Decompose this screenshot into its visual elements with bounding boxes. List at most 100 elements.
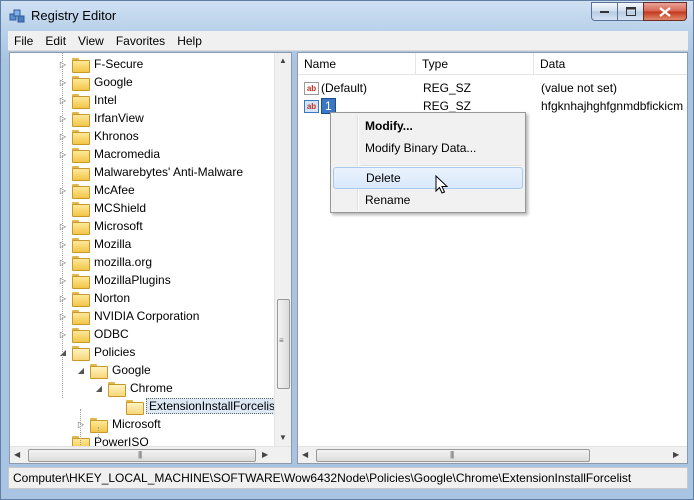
expand-toggle-icon[interactable]: ▷ (58, 293, 68, 303)
tree-item-label: mozilla.org (94, 255, 153, 269)
key-tree-pane[interactable]: ▷ F-Secure ▷ Google ▷ Intel ▷ IrfanView ▷ Khronos… (9, 52, 292, 464)
context-menu-delete[interactable]: Delete (333, 167, 523, 189)
tree-item[interactable]: ▷ McAfee (58, 181, 137, 199)
column-header-data[interactable]: Data (534, 53, 687, 75)
tree-item[interactable]: MCShield (58, 199, 148, 217)
folder-icon (72, 57, 90, 73)
expand-toggle-icon[interactable]: ▷ (58, 311, 68, 321)
tree-item-label: Chrome (130, 381, 173, 395)
tree-item-label: IrfanView (94, 111, 144, 125)
tree-item[interactable]: ▷ Macromedia (58, 145, 162, 163)
title-bar[interactable]: Registry Editor (1, 1, 693, 31)
folder-icon (72, 183, 90, 199)
tree-item[interactable]: ExtensionInstallForcelist (112, 397, 282, 415)
folder-icon (72, 291, 90, 307)
tree-item-label: ODBC (94, 327, 129, 341)
tree-item[interactable]: ▷ Microsoft (76, 415, 163, 433)
tree-item[interactable]: ▷ F-Secure (58, 55, 145, 73)
expand-toggle-icon[interactable]: ▷ (58, 239, 68, 249)
tree-connector-line (62, 53, 63, 398)
scroll-right-arrow-icon[interactable]: ▶ (262, 450, 268, 459)
menu-file[interactable]: File (8, 34, 39, 48)
expand-toggle-icon[interactable]: ▷ (58, 185, 68, 195)
context-menu-modify-binary[interactable]: Modify Binary Data... (333, 137, 523, 159)
folder-icon (72, 93, 90, 109)
menu-view[interactable]: View (72, 34, 110, 48)
tree-item[interactable]: ▷ Khronos (58, 127, 141, 145)
expand-toggle-icon[interactable]: ▷ (58, 95, 68, 105)
status-bar: Computer\HKEY_LOCAL_MACHINE\SOFTWARE\Wow… (8, 467, 688, 489)
expand-toggle-icon[interactable]: ▷ (76, 419, 86, 429)
scroll-up-arrow-icon[interactable]: ▲ (279, 56, 287, 65)
context-menu-rename[interactable]: Rename (333, 189, 523, 211)
expand-toggle-icon[interactable]: ▷ (58, 113, 68, 123)
tree-item[interactable]: ▷ MozillaPlugins (58, 271, 173, 289)
menu-favorites[interactable]: Favorites (110, 34, 171, 48)
string-value-icon: ab (304, 81, 319, 95)
tree-item[interactable]: ▷ ODBC (58, 325, 131, 343)
tree-item[interactable]: ▷ IrfanView (58, 109, 146, 127)
folder-icon (72, 201, 90, 217)
value-type: REG_SZ (423, 81, 472, 95)
grip-icon: ||| (138, 450, 142, 459)
menu-edit[interactable]: Edit (39, 34, 72, 48)
context-menu-modify[interactable]: Modify... (333, 115, 523, 137)
tree-item[interactable]: ▷ mozilla.org (58, 253, 154, 271)
tree-item[interactable]: ◢ Policies (58, 343, 137, 361)
expand-toggle-icon[interactable]: ▷ (58, 149, 68, 159)
tree-item-label: NVIDIA Corporation (94, 309, 200, 323)
expand-toggle-icon[interactable]: ▷ (58, 257, 68, 267)
tree-item[interactable]: ▷ Google (58, 73, 135, 91)
expand-toggle-icon[interactable]: ◢ (58, 347, 68, 357)
tree-item[interactable]: ◢ Chrome (94, 379, 175, 397)
expand-toggle-icon[interactable]: ▷ (58, 329, 68, 339)
tree-item[interactable]: ▷ Norton (58, 289, 132, 307)
minimize-button[interactable] (591, 2, 618, 21)
tree-item[interactable]: ▷ Intel (58, 91, 119, 109)
scroll-down-arrow-icon[interactable]: ▼ (279, 433, 287, 442)
value-data: hfgknhajhghfgnmdbfickicm (541, 99, 684, 113)
expand-toggle-icon[interactable]: ▷ (58, 131, 68, 141)
close-button[interactable] (643, 2, 687, 21)
window-controls (591, 2, 687, 21)
tree-item-label: Google (94, 75, 133, 89)
grip-icon: ||| (450, 450, 454, 459)
menu-help[interactable]: Help (171, 34, 208, 48)
tree-item[interactable]: ▷ Mozilla (58, 235, 133, 253)
tree-item[interactable]: ▷ NVIDIA Corporation (58, 307, 201, 325)
tree-item[interactable]: ▷ Microsoft (58, 217, 145, 235)
value-name: (Default) (321, 81, 368, 95)
folder-icon (72, 75, 90, 91)
list-horizontal-scrollbar[interactable]: ◀ ||| ▶ (298, 446, 687, 463)
expand-toggle-icon[interactable]: ▷ (58, 77, 68, 87)
tree-item-label: Microsoft (112, 417, 161, 431)
column-header-name[interactable]: Name (298, 53, 416, 75)
scroll-left-arrow-icon[interactable]: ◀ (302, 450, 308, 459)
expand-toggle-icon[interactable]: ▷ (58, 59, 68, 69)
current-key-path: Computer\HKEY_LOCAL_MACHINE\SOFTWARE\Wow… (13, 471, 632, 485)
string-value-icon: ab (304, 99, 319, 113)
expand-toggle-icon[interactable]: ◢ (76, 365, 86, 375)
menu-bar: File Edit View Favorites Help (8, 31, 688, 51)
column-header-type[interactable]: Type (416, 53, 534, 75)
expand-toggle-icon[interactable]: ▷ (58, 221, 68, 231)
tree-vertical-scrollbar[interactable]: ▲ ≡ ▼ (274, 53, 291, 446)
scroll-right-arrow-icon[interactable]: ▶ (673, 450, 679, 459)
tree-item-label: MCShield (94, 201, 147, 215)
folder-icon (72, 273, 90, 289)
tree-item[interactable]: ◢ Google (76, 361, 153, 379)
maximize-button[interactable] (617, 2, 644, 21)
minimize-icon (599, 10, 609, 13)
tree-item-label: F-Secure (94, 57, 144, 71)
tree-item-label: Microsoft (94, 219, 143, 233)
value-row-default[interactable]: ab (Default) (304, 79, 367, 97)
scroll-left-arrow-icon[interactable]: ◀ (14, 450, 20, 459)
tree-item[interactable]: Malwarebytes' Anti-Malware (58, 163, 245, 181)
expand-toggle-icon[interactable]: ▷ (58, 275, 68, 285)
expand-toggle-icon[interactable]: ◢ (94, 383, 104, 393)
tree-horizontal-scrollbar[interactable]: ◀ ||| ▶ (10, 446, 291, 463)
tree-item-label: Norton (94, 291, 131, 305)
folder-icon (72, 165, 90, 181)
tree-horizontal-scroll-thumb[interactable] (28, 449, 256, 462)
